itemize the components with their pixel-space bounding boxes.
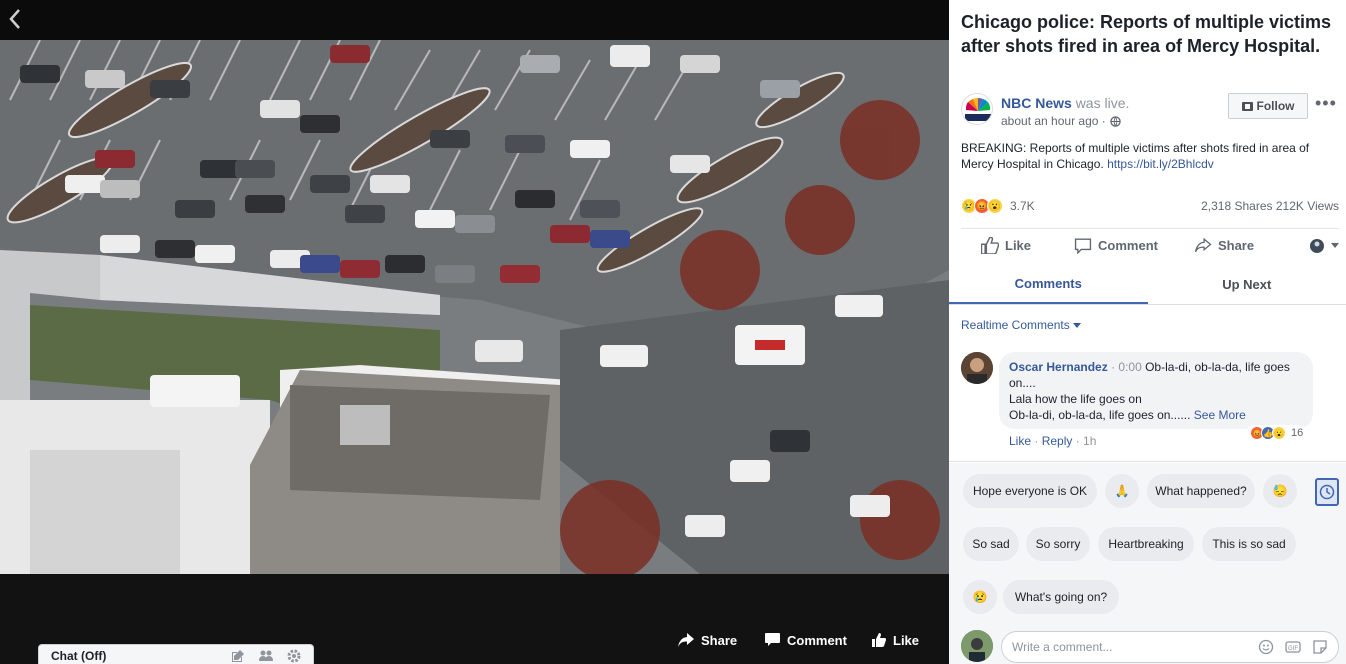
video-like-button[interactable]: Like: [872, 630, 919, 650]
comment-age: 1h: [1083, 434, 1097, 448]
reactions-summary: 😢 😡 😮 3.7K 2,318 Shares 212K Views: [961, 196, 1339, 216]
was-live-text: was live.: [1075, 95, 1130, 111]
video-player[interactable]: [0, 40, 949, 574]
quick-reply-chip[interactable]: This is so sad: [1202, 527, 1296, 561]
clock-icon-glyph: [1319, 484, 1335, 500]
chat-bar[interactable]: Chat (Off): [38, 644, 314, 664]
profile-photo: [961, 630, 993, 662]
comment-icon: [765, 633, 780, 646]
quick-reply-chip[interactable]: Hope everyone is OK: [963, 474, 1097, 508]
sticker-icon[interactable]: [1312, 639, 1328, 655]
tab-comments[interactable]: Comments: [949, 265, 1148, 304]
comment-line-3: Ob-la-di, ob-la-da, life goes on......: [1009, 408, 1191, 422]
sad-emoji-chip[interactable]: 😓: [1263, 474, 1297, 508]
comment-author[interactable]: Oscar Hernandez: [1009, 360, 1108, 374]
avatar[interactable]: [961, 352, 993, 384]
comment-label: Comment: [1098, 238, 1158, 253]
share-button[interactable]: Share: [1194, 238, 1254, 253]
quick-reply-chip[interactable]: What's going on?: [1003, 580, 1119, 614]
post-timestamp: about an hour ago ·: [1001, 114, 1121, 128]
filter-label: Realtime Comments: [961, 318, 1070, 332]
video-share-label: Share: [701, 632, 738, 648]
quick-replies: Hope everyone is OK 🙏 What happened? 😓 S…: [949, 463, 1346, 628]
page-name-link[interactable]: NBC News: [1001, 95, 1072, 111]
group-icon[interactable]: [259, 649, 273, 663]
post-title: Chicago police: Reports of multiple vict…: [961, 12, 1332, 56]
comment-like-link[interactable]: Like: [1009, 434, 1031, 448]
gear-icon[interactable]: [287, 649, 301, 663]
comment-meta: Like · Reply · 1h: [1009, 434, 1097, 448]
post-text: BREAKING: Reports of multiple victims af…: [961, 140, 1339, 172]
tab-up-next[interactable]: Up Next: [1148, 265, 1346, 304]
share-icon: [678, 633, 694, 647]
compose-icon[interactable]: [231, 649, 245, 663]
quick-reply-chip[interactable]: What happened?: [1147, 474, 1255, 508]
video-share-button[interactable]: Share: [678, 630, 737, 650]
comment-reply-link[interactable]: Reply: [1042, 434, 1073, 448]
video-like-label: Like: [893, 632, 920, 648]
emoji-icon[interactable]: [1258, 639, 1274, 655]
quick-reply-chip[interactable]: So sad: [963, 527, 1019, 561]
comments-list[interactable]: Realtime Comments Oscar Hernandez · 0:00…: [949, 305, 1346, 462]
follow-icon: [1241, 101, 1253, 111]
clock-icon[interactable]: [1315, 478, 1339, 506]
pray-emoji-chip[interactable]: 🙏: [1105, 474, 1139, 508]
share-view-stats: 2,318 Shares 212K Views: [1201, 199, 1339, 213]
gif-icon[interactable]: GIF: [1285, 639, 1301, 655]
globe-icon: [1110, 115, 1121, 127]
profile-photo: [961, 352, 993, 384]
realtime-comments-dropdown[interactable]: Realtime Comments: [961, 318, 1082, 332]
avatar[interactable]: [961, 630, 993, 662]
comment-icon: [1074, 237, 1092, 254]
video-pane: Share Comment Like Chat (Off): [0, 0, 949, 664]
post-side-panel: Chicago police: Reports of multiple vict…: [949, 0, 1346, 664]
video-comment-label: Comment: [787, 632, 847, 648]
thumbs-up-icon: [872, 633, 886, 647]
post-actions: Like Comment Share: [961, 228, 1339, 262]
comment-timestamp[interactable]: · 0:00: [1111, 360, 1142, 374]
aerial-scene-image: [0, 40, 949, 574]
share-icon: [1194, 238, 1212, 253]
post-link[interactable]: https://bit.ly/2Bhlcdv: [1107, 157, 1214, 171]
follow-button[interactable]: Follow: [1228, 93, 1308, 119]
chevron-down-icon: [1331, 242, 1339, 248]
comment-tabs: Comments Up Next: [949, 265, 1346, 305]
crying-emoji-chip[interactable]: 😢: [963, 580, 997, 614]
globe-avatar-icon: [1310, 238, 1324, 253]
comment-reaction-count: 16: [1291, 427, 1304, 439]
nbc-news-logo[interactable]: [961, 93, 993, 125]
like-label: Like: [1005, 238, 1032, 253]
more-options-icon[interactable]: •••: [1315, 94, 1337, 116]
comment-bubble: Oscar Hernandez · 0:00 Ob-la-di, ob-la-d…: [999, 352, 1313, 429]
like-button[interactable]: Like: [981, 237, 1031, 254]
wow-reaction-icon: 😮: [1272, 426, 1286, 440]
peacock-icon: [965, 97, 991, 121]
post-time-text[interactable]: about an hour ago ·: [1001, 114, 1106, 128]
quick-reply-chip[interactable]: So sorry: [1026, 527, 1090, 561]
svg-text:GIF: GIF: [1288, 646, 1298, 652]
chevron-down-icon: [1073, 323, 1082, 328]
wow-reaction-icon[interactable]: 😮: [987, 198, 1003, 214]
chat-label: Chat (Off): [51, 649, 107, 663]
follow-label: Follow: [1256, 99, 1295, 113]
reaction-count[interactable]: 3.7K: [1010, 199, 1035, 213]
quick-reply-chip[interactable]: Heartbreaking: [1098, 527, 1194, 561]
video-comment-button[interactable]: Comment: [765, 630, 847, 650]
comment-composer: GIF: [949, 628, 1346, 664]
comment-reactions[interactable]: 😡 👍 😮 16: [1246, 425, 1308, 441]
see-more-link[interactable]: See More: [1194, 408, 1246, 422]
share-label: Share: [1217, 238, 1255, 253]
thumbs-up-icon: [981, 237, 999, 254]
back-arrow-icon[interactable]: [8, 8, 32, 32]
page-name-line: NBC News was live.: [1001, 95, 1129, 111]
share-audience-selector[interactable]: [1309, 238, 1339, 254]
comment-button[interactable]: Comment: [1074, 237, 1158, 254]
comment-line-2: Lala how the life goes on: [1009, 392, 1142, 406]
